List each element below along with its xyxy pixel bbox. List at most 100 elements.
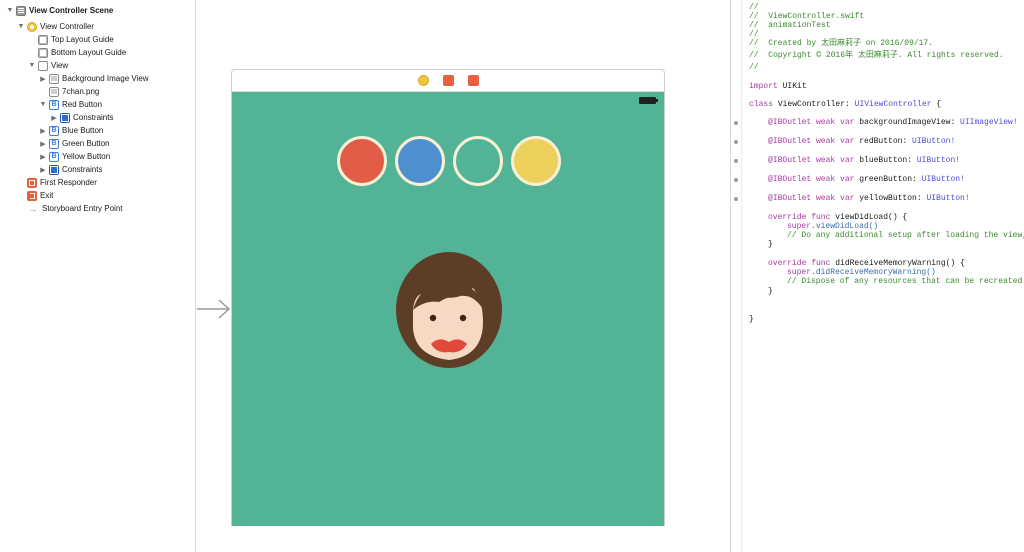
gutter-divider [741,0,742,552]
outline-row-scene[interactable]: ▼ View Controller Scene [6,4,113,17]
exit-icon[interactable] [467,75,479,86]
outlet-connection-icon[interactable] [734,197,738,201]
outline-row-view-constraints[interactable]: ▶ Constraints [39,163,102,176]
view-controller-scene[interactable] [231,69,665,526]
image-file-label: 7chan.png [62,87,100,96]
main-view[interactable] [232,92,664,526]
face-image[interactable] [395,252,503,370]
outline-row-red-button-constraints[interactable]: ▶ Constraints [50,111,113,124]
outline-row-exit[interactable]: Exit [27,189,53,202]
code-comment: // Do any additional setup after loading… [787,231,1024,240]
red-button-label: Red Button [62,100,103,109]
outlet-name: redButton [859,137,903,146]
storyboard-entry-label: Storyboard Entry Point [42,204,123,213]
first-responder-icon[interactable] [442,75,454,86]
import-line: import UIKit [749,82,807,92]
outline-row-view[interactable]: ▼ View [28,59,68,72]
code-line: // animationTest [749,21,831,30]
outlet-connection-icon[interactable] [734,121,738,125]
outlet-type: UIButton! [912,137,956,146]
keyword: super [787,222,812,231]
view-label: View [51,61,69,70]
keyword: override func [768,259,831,268]
disclosure-closed-icon[interactable]: ▶ [39,127,47,135]
exit-label: Exit [40,191,54,200]
outlet-line: @IBOutlet weak var backgroundImageView: … [768,118,1018,127]
class-name: ViewController: [773,100,855,109]
yellow-button-label: Yellow Button [62,152,111,161]
disclosure-open-icon[interactable]: ▼ [39,101,47,109]
class-brace: { [931,100,942,109]
green-button-label: Green Button [62,139,110,148]
keyword: class [749,100,774,109]
outlet-connection-icon[interactable] [734,140,738,144]
outlet-type: UIImageView! [960,118,1018,127]
code-line: // [749,63,759,72]
bottom-layout-guide-label: Bottom Layout Guide [51,48,127,57]
keyword: import [749,82,778,91]
superclass-name: UIViewController [854,100,932,109]
disclosure-closed-icon[interactable]: ▶ [39,166,47,174]
view-controller-icon [27,21,37,32]
outlet-name: backgroundImageView [859,118,951,127]
disclosure-closed-icon[interactable]: ▶ [39,75,47,83]
image-view-icon [49,73,59,84]
outlet-type: UIButton! [921,175,965,184]
yellow-button[interactable] [511,136,561,186]
scene-icon [16,5,26,16]
button-icon: B [49,151,59,162]
outline-row-blue-button[interactable]: ▶ B Blue Button [39,124,103,137]
module-name: UIKit [782,82,807,91]
code-line: // Copyright © 2016年 太田麻莉子. All rights r… [749,51,1004,60]
entry-point-arrow-icon[interactable] [197,298,231,320]
outlet-connection-icon[interactable] [734,159,738,163]
view-controller-label: View Controller [40,22,95,31]
image-file-icon [49,86,59,97]
outlet-type: UIButton! [916,156,961,165]
layout-guide-icon [38,47,48,58]
outline-row-background-image-view[interactable]: ▶ Background Image View [39,72,149,85]
outline-row-green-button[interactable]: ▶ B Green Button [39,137,110,150]
disclosure-open-icon[interactable]: ▼ [6,7,14,15]
outline-row-view-controller[interactable]: ▼ View Controller [17,20,94,33]
outlet-connection-icon[interactable] [734,178,738,182]
outline-row-first-responder[interactable]: First Responder [27,176,97,189]
outline-row-yellow-button[interactable]: ▶ B Yellow Button [39,150,110,163]
keyword: override func [768,213,831,222]
view-controller-icon[interactable] [417,75,429,86]
green-button[interactable] [453,136,503,186]
exit-icon [27,190,37,201]
button-icon: B [49,99,59,110]
outlet-line: @IBOutlet weak var yellowButton: UIButto… [768,194,970,203]
document-outline: ▼ View Controller Scene ▼ View Controlle… [0,0,196,552]
disclosure-closed-icon[interactable]: ▶ [39,153,47,161]
method-signature: didReceiveMemoryWarning() { [830,259,965,268]
entry-arrow-icon: → [28,203,38,214]
outline-row-bottom-layout-guide[interactable]: Bottom Layout Guide [38,46,126,59]
class-closing-brace: } [749,315,754,324]
scene-dock [232,70,664,92]
outlet-name: blueButton [859,156,908,165]
blue-button-label: Blue Button [62,126,104,135]
method-signature: viewDidLoad() { [830,213,908,222]
disclosure-open-icon[interactable]: ▼ [28,62,36,70]
disclosure-open-icon[interactable]: ▼ [17,23,25,31]
closing-brace: } [768,240,773,249]
red-button[interactable] [337,136,387,186]
disclosure-closed-icon[interactable]: ▶ [50,114,58,122]
disclosure-closed-icon[interactable]: ▶ [39,140,47,148]
outline-row-image-file[interactable]: 7chan.png [49,85,99,98]
button-icon: B [49,125,59,136]
outlet-prefix: @IBOutlet weak var [768,175,860,184]
view-icon [38,60,48,71]
background-image-view-label: Background Image View [62,74,149,83]
outlet-prefix: @IBOutlet weak var [768,137,860,146]
code-editor[interactable]: // // ViewController.swift // animationT… [730,0,1024,552]
outlet-prefix: @IBOutlet weak var [768,156,860,165]
blue-button[interactable] [395,136,445,186]
top-layout-guide-label: Top Layout Guide [51,35,114,44]
outline-row-storyboard-entry-point[interactable]: → Storyboard Entry Point [27,202,123,215]
storyboard-canvas[interactable] [197,0,730,552]
outline-row-red-button[interactable]: ▼ B Red Button [39,98,102,111]
outline-row-top-layout-guide[interactable]: Top Layout Guide [38,33,114,46]
